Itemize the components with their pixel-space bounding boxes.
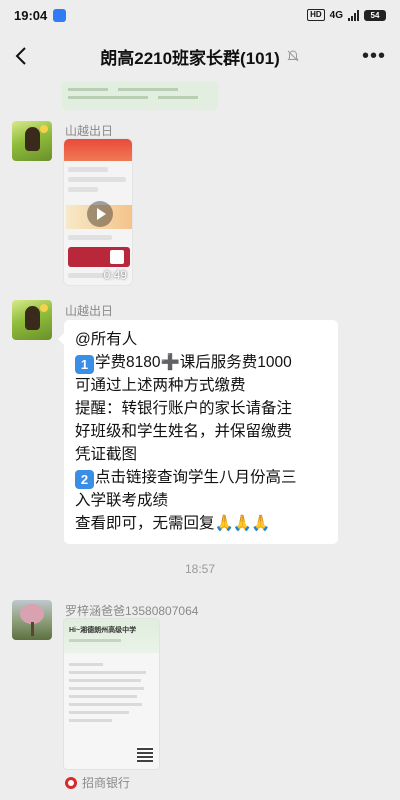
sender-name: 山越出日 [65, 124, 114, 138]
text-message-bubble[interactable]: @所有人 1 学费8180➕课后服务费1000 可通过上述两种方式缴费 提醒：转银… [58, 320, 338, 544]
message-line: 1 学费8180➕课后服务费1000 [75, 351, 328, 374]
app-notification-icon [53, 8, 67, 22]
mute-bell-icon [287, 50, 299, 62]
video-message[interactable]: 0:49 [63, 138, 133, 286]
play-icon[interactable] [87, 201, 113, 227]
message-line: 可通过上述两种方式缴费 [75, 377, 246, 394]
status-time: 19:04 [14, 7, 48, 23]
signal-icon [348, 9, 359, 21]
payment-receipt-card[interactable]: Hi~湘德朗州高级中学 [63, 618, 160, 770]
message-line: @所有人 [75, 331, 138, 348]
mini-program-source[interactable]: 招商银行 [65, 774, 130, 791]
receipt-school-name: Hi~湘德朗州高级中学 [69, 627, 137, 634]
more-options-icon[interactable]: ••• [362, 46, 386, 66]
message-line: 入学联考成绩 [75, 492, 169, 509]
qr-code-icon [137, 746, 153, 762]
message-line: 凭证截图 [75, 446, 138, 463]
hd-icon: HD [307, 9, 325, 21]
status-bar: 19:04 HD 4G 54 [0, 0, 400, 30]
message-line: 查看即可，无需回复🙏🙏🙏 [75, 515, 271, 532]
chat-timestamp: 18:57 [184, 562, 216, 576]
avatar[interactable] [12, 600, 52, 640]
sender-name: 山越出日 [65, 304, 114, 318]
plus-icon: ➕ [160, 354, 180, 371]
avatar[interactable] [12, 300, 52, 340]
bank-logo-icon [65, 776, 77, 789]
sender-name: 罗梓涵爸爸13580807064 [65, 604, 199, 618]
keycap-one-icon: 1 [75, 355, 94, 374]
message-line: 提醒：转银行账户的家长请备注 [75, 400, 293, 417]
network-type: 4G [329, 9, 343, 21]
message-line: 好班级和学生姓名，并保留缴费 [75, 423, 293, 440]
source-app-name: 招商银行 [82, 776, 131, 790]
image-message-partial[interactable] [62, 82, 218, 110]
pray-hands-icon: 🙏🙏🙏 [214, 515, 271, 532]
status-indicators: HD 4G 54 [307, 9, 386, 21]
keycap-two-icon: 2 [75, 470, 94, 489]
video-duration: 0:49 [103, 268, 127, 282]
message-line: 2 点击链接查询学生八月份高三 [75, 466, 328, 489]
back-arrow-icon[interactable] [10, 44, 34, 68]
chat-title: 朗高2210班家长群(101) [100, 48, 280, 68]
avatar[interactable] [12, 121, 52, 161]
chat-header: 朗高2210班家长群(101) ••• [0, 30, 400, 82]
battery-icon: 54 [364, 9, 386, 21]
